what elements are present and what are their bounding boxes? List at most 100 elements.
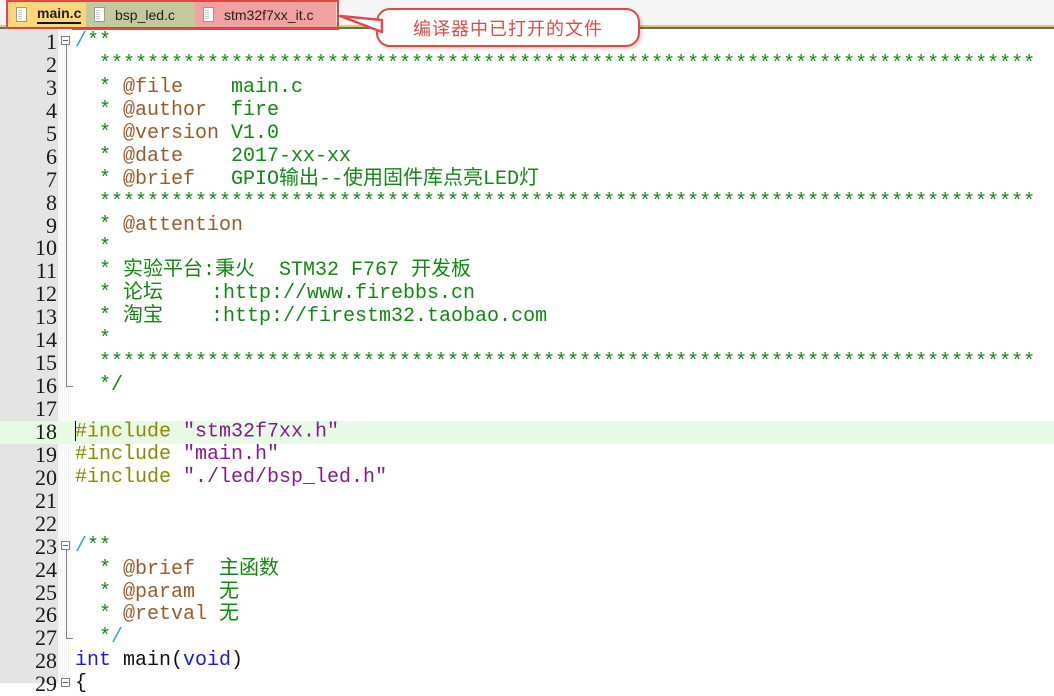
code-line[interactable]: 25 * @param 无 [0,579,1054,605]
code-line[interactable]: 11 * 实验平台:秉火 STM32 F767 开发板 [0,258,1054,284]
code-line[interactable]: 8 **************************************… [0,189,1054,215]
fold-toggle-icon[interactable] [61,540,70,550]
token-cmt: main.c [183,75,304,99]
token-cmt: * [75,236,112,260]
token-pp: #include [75,465,184,489]
token-cmt: ** [87,30,112,53]
code-line[interactable]: 14 * [0,328,1054,353]
code-line[interactable]: 28 int main(void) [0,648,1054,674]
fold-line [66,76,67,100]
fold-toggle-icon[interactable] [61,36,70,45]
line-number: 28 [35,648,57,674]
code-text: /** [75,30,112,54]
code-line[interactable]: 27 */ [0,626,1054,650]
token-cmt: * [75,328,112,352]
token-cmt: ** [87,534,112,558]
token-str: "main.h" [183,442,280,466]
token-cmt: * 淘宝 :http://firestm32.taobao.com [75,305,548,329]
token-cmt: * 实验平台:秉火 STM32 F767 开发板 [75,259,472,283]
code-line[interactable]: 2 **************************************… [0,52,1054,77]
fold-line [66,329,67,353]
callout-pointer [338,14,384,34]
code-text: { [75,672,88,696]
fold-line [66,306,67,330]
code-editor[interactable]: 1/** 2 **********************************… [0,30,1054,696]
fold-line [66,352,67,376]
code-line[interactable]: 21 [0,487,1054,513]
code-line[interactable]: 24 * @brief 主函数 [0,556,1054,582]
code-line[interactable]: 23 /** [0,534,1054,559]
annotation-callout: 编译器中已打开的文件 [376,8,640,47]
line-number: 11 [35,258,57,284]
token-str: "stm32f7xx.h" [183,420,340,444]
code-line[interactable]: 17 [0,397,1054,421]
code-line[interactable]: 13 * 淘宝 :http://firestm32.taobao.com [0,304,1054,330]
token-kw: void [183,649,232,673]
token-cmt: * [75,626,112,650]
token-slash: / [111,626,124,650]
token-tag: @retval [123,603,208,627]
token-cmt: * [75,167,124,191]
fold-line [66,45,67,54]
line-number: 12 [35,281,57,307]
code-line[interactable]: 3 * @file main.c [0,75,1054,100]
token-id: { [75,672,88,696]
token-tag: @param [123,580,196,604]
code-text: * @attention [75,213,244,238]
fold-line [66,145,67,169]
code-line[interactable]: 19 #include "main.h" [0,441,1054,467]
token-pp: #include [75,420,184,444]
tab-bsp-led-c[interactable]: bsp_led.c [86,2,195,27]
token-cmt: * [75,121,124,145]
code-line[interactable]: 6 * @date 2017-xx-xx [0,145,1054,169]
token-cmt: V1.0 [219,121,280,145]
token-str: "./led/bsp_led.h" [183,465,388,489]
token-tag: @author [123,98,208,122]
code-line[interactable]: 15 *************************************… [0,350,1054,376]
code-text: */ [75,626,124,650]
code-line[interactable]: 16 */ [0,373,1054,399]
tab-main-c[interactable]: main.c [8,2,86,27]
code-line[interactable]: 29 { [0,672,1054,696]
line-number: 21 [35,487,57,513]
line-number: 25 [35,579,57,605]
code-line[interactable]: 5 * @version V1.0 [0,121,1054,146]
token-id: main( [111,649,184,673]
token-cmt: */ [75,374,124,398]
code-text: * @file main.c [75,75,304,100]
code-line[interactable]: 18 #include "stm32f7xx.h" [0,418,1054,444]
token-tag: @attention [123,213,244,237]
line-number: 10 [35,235,57,261]
line-number: 18 [35,418,57,444]
fold-line [66,191,67,215]
code-text: ****************************************… [75,351,1035,375]
fold-line [66,260,67,284]
tab-stm32f7xx-it-c[interactable]: stm32f7xx_it.c [195,2,336,27]
code-line[interactable]: 10 * [0,235,1054,261]
token-tag: @brief [123,167,196,191]
code-line[interactable]: 12 * 论坛 :http://www.firebbs.cn [0,281,1054,307]
token-slash: / [75,534,88,558]
code-line[interactable]: 20 #include "./led/bsp_led.h" [0,465,1054,490]
token-cmt: 无 [195,580,240,604]
code-line[interactable]: 26 * @retval 无 [0,603,1054,628]
code-text: ****************************************… [75,52,1036,77]
line-number: 24 [35,556,57,582]
token-cmt: ****************************************… [75,52,1036,76]
code-text: * 实验平台:秉火 STM32 F767 开发板 [75,259,472,283]
code-text: * 论坛 :http://www.firebbs.cn [75,282,475,306]
line-number: 15 [35,350,57,376]
token-cmt: 主函数 [195,557,280,581]
token-kw: int [75,649,112,673]
code-text: #include "stm32f7xx.h" [75,420,340,444]
line-number: 7 [46,166,57,192]
token-tag: @brief [123,557,196,581]
line-number: 16 [35,373,57,399]
line-number: 13 [35,304,57,330]
line-number: 8 [46,189,57,215]
code-line[interactable]: 9 * @attention [0,213,1054,238]
code-line[interactable]: 7 * @brief GPIO输出--使用固件库点亮LED灯 [0,166,1054,192]
code-line[interactable]: 22 [0,512,1054,536]
line-number: 19 [35,441,57,467]
code-line[interactable]: 4 * @author fire [0,98,1054,123]
